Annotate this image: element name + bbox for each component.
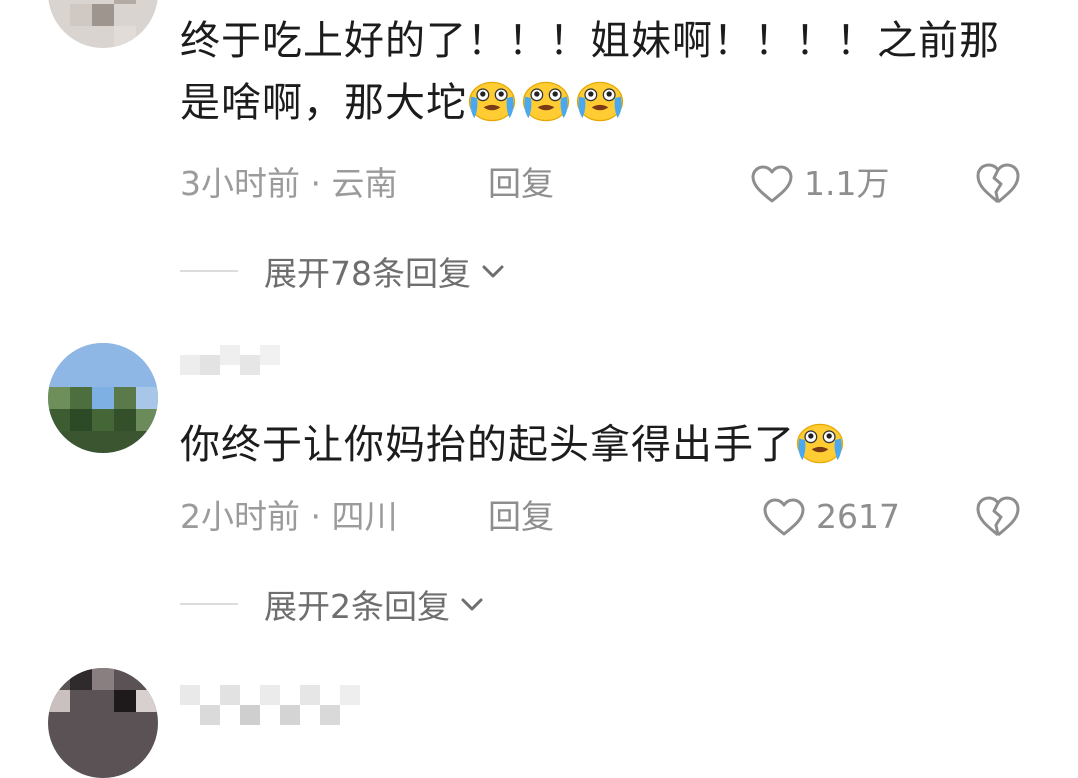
crying-emoji-icon — [575, 76, 625, 122]
crying-emoji-icon — [795, 418, 845, 464]
avatar[interactable] — [48, 343, 158, 453]
reply-button[interactable]: 回复 — [488, 162, 554, 206]
comment-text-content: 你终于让你妈抬的起头拿得出手了 — [180, 422, 795, 468]
broken-heart-icon[interactable] — [974, 493, 1022, 541]
broken-heart-icon[interactable] — [974, 160, 1022, 208]
heart-icon — [751, 165, 793, 203]
avatar[interactable] — [48, 0, 158, 48]
comment-text: 终于吃上好的了！！！姐妹啊！！！！之前那是啥啊，那大坨 — [180, 10, 1040, 134]
crying-emoji-icon — [467, 76, 517, 122]
expand-replies-label: 展开2条回复 — [264, 587, 450, 626]
expand-replies-button[interactable]: 展开78条回复 — [180, 249, 507, 293]
username-blurred[interactable] — [180, 685, 380, 725]
heart-icon — [763, 498, 805, 536]
like-button[interactable]: 1.1万 — [750, 162, 889, 206]
expand-replies-button[interactable]: 展开2条回复 — [180, 582, 486, 626]
comment-text: 你终于让你妈抬的起头拿得出手了 — [180, 414, 1040, 476]
username-blurred[interactable] — [180, 345, 360, 385]
like-count: 2617 — [816, 497, 900, 536]
like-count: 1.1万 — [804, 164, 890, 203]
crying-emoji-icon — [521, 76, 571, 122]
divider-line — [180, 603, 238, 605]
like-button[interactable]: 2617 — [762, 495, 900, 539]
comment-meta: 3小时前 · 云南 — [180, 164, 398, 203]
divider-line — [180, 270, 238, 272]
chevron-down-icon — [461, 598, 483, 611]
avatar[interactable] — [48, 668, 158, 778]
expand-replies-label: 展开78条回复 — [264, 254, 471, 293]
comment-meta: 2小时前 · 四川 — [180, 497, 398, 536]
reply-button[interactable]: 回复 — [488, 495, 554, 539]
chevron-down-icon — [482, 265, 504, 278]
